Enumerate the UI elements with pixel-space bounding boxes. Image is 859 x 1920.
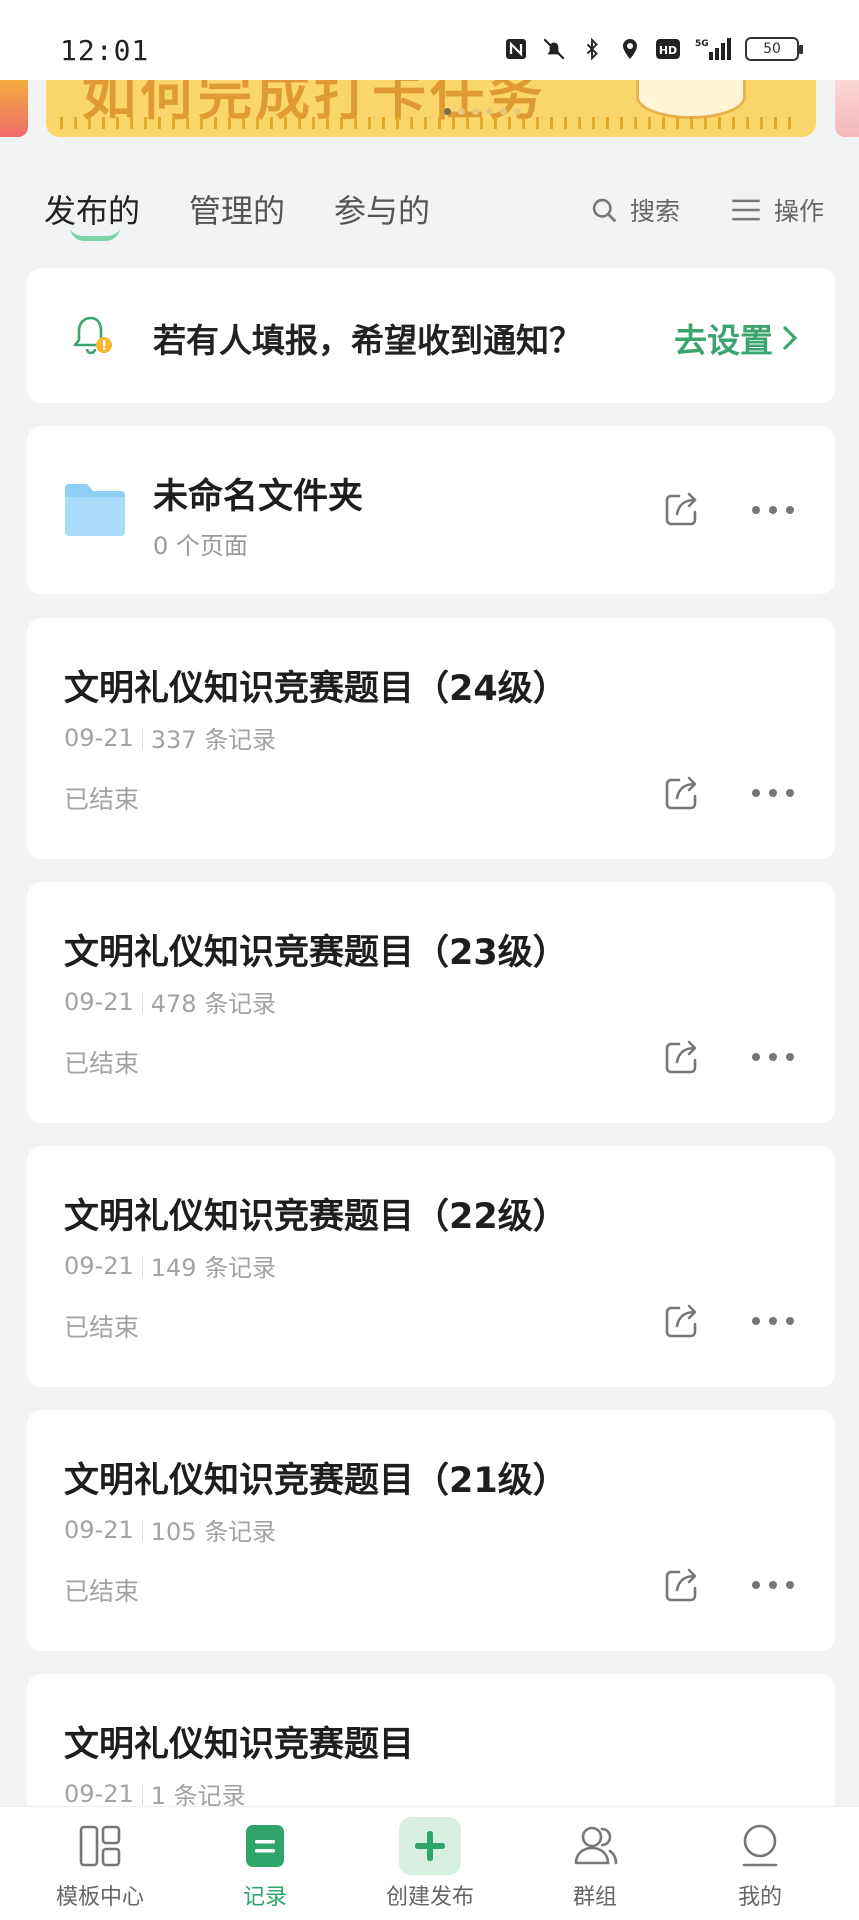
search-button[interactable]: 搜索 xyxy=(590,192,680,228)
more-options-icon[interactable] xyxy=(752,504,794,516)
plus-icon xyxy=(399,1817,461,1875)
nav-template-center[interactable]: 模板中心 xyxy=(20,1807,180,1920)
nav-groups-label: 群组 xyxy=(572,1885,617,1910)
record-tabs: 发布的 管理的 参与的 搜索 操作 xyxy=(0,180,859,260)
record-card[interactable]: 文明礼仪知识竞赛题目（22级） 09-21 149 条记录 已结束 xyxy=(27,1146,835,1387)
more-options-icon[interactable] xyxy=(752,1315,794,1327)
battery-icon: 50 xyxy=(745,37,803,61)
operate-button[interactable]: 操作 xyxy=(730,192,824,228)
record-status: 已结束 xyxy=(64,1313,140,1342)
notification-prompt-card: 若有人填报，希望收到通知？ 去设置 xyxy=(27,268,835,403)
folder-title: 未命名文件夹 xyxy=(153,477,364,517)
template-icon xyxy=(79,1825,121,1867)
record-count: 337 条记录 xyxy=(150,726,277,754)
operate-label: 操作 xyxy=(774,197,825,226)
nav-create-publish-label: 创建发布 xyxy=(385,1885,474,1910)
svg-text:5G: 5G xyxy=(695,39,709,49)
record-title: 文明礼仪知识竞赛题目 xyxy=(64,1725,415,1765)
mute-bell-icon xyxy=(541,36,567,62)
notification-prompt-text: 若有人填报，希望收到通知？ xyxy=(153,321,582,360)
banner-next-peek xyxy=(835,75,859,137)
nav-records[interactable]: 记录 xyxy=(185,1807,345,1920)
record-count: 149 条记录 xyxy=(150,1254,277,1282)
profile-icon xyxy=(742,1824,778,1867)
record-status: 已结束 xyxy=(64,1577,140,1606)
hd-icon: HD xyxy=(655,36,681,62)
banner-carousel[interactable]: 如何完成打卡任务 xyxy=(0,75,859,143)
nfc-icon xyxy=(503,36,529,62)
record-meta: 09-21 337 条记录 xyxy=(64,720,276,755)
location-icon xyxy=(617,36,643,62)
share-icon[interactable] xyxy=(663,774,701,812)
folder-page-count: 0 个页面 xyxy=(153,532,248,560)
share-icon[interactable] xyxy=(663,1302,701,1340)
record-date: 09-21 xyxy=(64,723,134,752)
more-options-icon[interactable] xyxy=(752,787,794,799)
nav-mine[interactable]: 我的 xyxy=(680,1807,840,1920)
search-label: 搜索 xyxy=(630,197,681,226)
go-settings-label: 去设置 xyxy=(674,321,773,360)
status-bar: 12:01 HD 5G 50 xyxy=(0,0,859,80)
banner-prev-peek xyxy=(0,75,28,137)
record-count: 105 条记录 xyxy=(150,1518,277,1546)
banner-illustration xyxy=(636,75,746,119)
folder-icon xyxy=(65,484,125,536)
more-options-icon[interactable] xyxy=(752,1579,794,1591)
chevron-right-icon xyxy=(783,326,798,350)
record-title: 文明礼仪知识竞赛题目（21级） xyxy=(64,1461,568,1501)
status-icons: HD 5G 50 xyxy=(503,36,803,62)
more-options-icon[interactable] xyxy=(752,1051,794,1063)
nav-records-label: 记录 xyxy=(242,1885,287,1910)
record-meta: 09-21 149 条记录 xyxy=(64,1248,276,1283)
record-title: 文明礼仪知识竞赛题目（23级） xyxy=(64,933,568,973)
nav-groups[interactable]: 群组 xyxy=(515,1807,675,1920)
record-card[interactable]: 文明礼仪知识竞赛题目（24级） 09-21 337 条记录 已结束 xyxy=(27,618,835,859)
record-status: 已结束 xyxy=(64,785,140,814)
record-title: 文明礼仪知识竞赛题目（22级） xyxy=(64,1197,568,1237)
share-icon[interactable] xyxy=(663,1566,701,1604)
svg-text:HD: HD xyxy=(659,44,677,57)
record-date: 09-21 xyxy=(64,1251,134,1280)
share-icon[interactable] xyxy=(663,490,701,528)
search-icon xyxy=(592,198,616,222)
record-icon xyxy=(246,1825,284,1867)
bottom-navigation: 模板中心 记录 创建发布 群组 我的 xyxy=(0,1806,859,1920)
bell-alert-icon xyxy=(73,316,112,355)
menu-lines-icon xyxy=(732,199,760,221)
nav-create-publish[interactable]: 创建发布 xyxy=(350,1807,510,1920)
share-icon[interactable] xyxy=(663,1038,701,1076)
record-date: 09-21 xyxy=(64,1515,134,1544)
nav-template-center-label: 模板中心 xyxy=(55,1885,144,1910)
signal-5g-icon: 5G xyxy=(693,36,733,62)
record-title: 文明礼仪知识竞赛题目（24级） xyxy=(64,669,568,709)
record-count: 478 条记录 xyxy=(150,990,277,1018)
record-meta: 09-21 478 条记录 xyxy=(64,984,276,1019)
record-meta: 09-21 105 条记录 xyxy=(64,1512,276,1547)
group-icon xyxy=(574,1826,618,1865)
banner-pagination xyxy=(444,108,521,115)
banner-ruler-decoration xyxy=(60,117,802,129)
status-time: 12:01 xyxy=(60,34,150,67)
record-date: 09-21 xyxy=(64,1779,134,1808)
folder-card[interactable]: 未命名文件夹 0 个页面 xyxy=(27,426,835,594)
record-card[interactable]: 文明礼仪知识竞赛题目（21级） 09-21 105 条记录 已结束 xyxy=(27,1410,835,1651)
bluetooth-icon xyxy=(579,36,605,62)
tab-joined[interactable]: 参与的 xyxy=(334,186,430,232)
go-settings-button[interactable]: 去设置 xyxy=(674,314,799,362)
tab-published[interactable]: 发布的 xyxy=(44,186,140,232)
banner-slide[interactable]: 如何完成打卡任务 xyxy=(46,75,816,137)
tab-active-indicator xyxy=(70,227,120,241)
nav-mine-label: 我的 xyxy=(737,1885,782,1910)
record-status: 已结束 xyxy=(64,1049,140,1078)
record-date: 09-21 xyxy=(64,987,134,1016)
record-card[interactable]: 文明礼仪知识竞赛题目（23级） 09-21 478 条记录 已结束 xyxy=(27,882,835,1123)
tab-managed[interactable]: 管理的 xyxy=(189,186,285,232)
